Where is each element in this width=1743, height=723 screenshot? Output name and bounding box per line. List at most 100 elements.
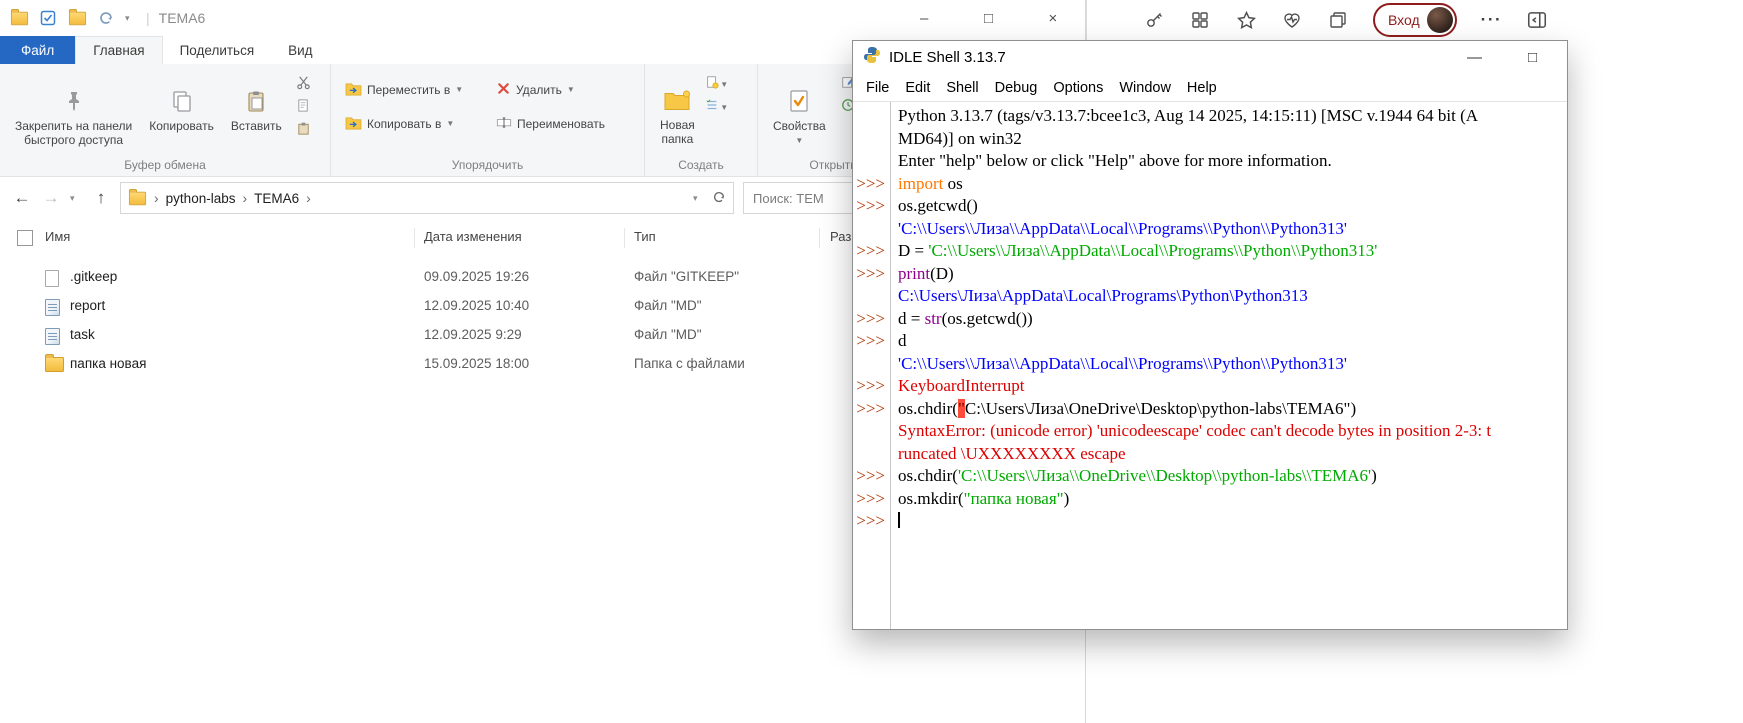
titlebar-separator: | (146, 10, 150, 26)
folder-icon (129, 191, 146, 205)
select-all-checkbox[interactable] (17, 230, 33, 246)
shell-line: Enter "help" below or click "Help" above… (853, 150, 1567, 173)
maximize-button[interactable]: □ (956, 0, 1020, 36)
paste-button[interactable]: Вставить (224, 71, 289, 137)
refresh-icon[interactable] (712, 190, 726, 207)
address-dropdown-chevron[interactable]: ▾ (693, 193, 705, 204)
delete-icon (496, 81, 511, 99)
column-divider[interactable] (819, 228, 820, 248)
file-name: task (70, 327, 95, 342)
menu-shell[interactable]: Shell (938, 80, 986, 96)
menu-file[interactable]: File (858, 80, 897, 96)
minimize-button[interactable]: — (1467, 49, 1482, 66)
shell-line: >>> (853, 510, 1567, 533)
close-button[interactable]: × (1021, 0, 1085, 36)
shell-prompt: >>> (853, 263, 890, 286)
shell-prompt: >>> (853, 510, 890, 533)
shell-editor[interactable]: Python 3.13.7 (tags/v3.13.7:bcee1c3, Aug… (853, 101, 1567, 629)
tab-home[interactable]: Главная (75, 36, 162, 64)
browser-toolbar: Вход ··· (1086, 0, 1743, 40)
pin-icon (62, 75, 86, 116)
maximize-button[interactable]: □ (1528, 49, 1537, 66)
menu-window[interactable]: Window (1111, 80, 1179, 96)
browser-essentials-icon[interactable] (1281, 9, 1303, 31)
sidebar-toggle-icon[interactable] (1526, 9, 1548, 31)
menu-help[interactable]: Help (1179, 80, 1225, 96)
idle-caption-buttons: — □ (1467, 41, 1537, 74)
idle-app-icon (863, 46, 881, 69)
menu-options[interactable]: Options (1045, 80, 1111, 96)
easy-access-button[interactable]: ▼ (705, 97, 729, 118)
shell-prompt: >>> (853, 375, 890, 398)
signin-button[interactable]: Вход (1373, 3, 1457, 37)
shell-line: 'C:\\Users\\Лиза\\AppData\\Local\\Progra… (853, 218, 1567, 241)
column-divider[interactable] (414, 228, 415, 248)
shell-prompt (853, 150, 890, 173)
qat-customize-chevron[interactable]: ▾ (125, 13, 137, 24)
breadcrumb-item-python-labs[interactable]: python-labs (166, 191, 236, 206)
chevron-down-icon: ▼ (455, 85, 463, 94)
forward-button[interactable]: → (41, 188, 61, 208)
rename-button[interactable]: Переименовать (490, 112, 640, 136)
new-folder-icon (663, 75, 691, 115)
shell-line: 'C:\\Users\\Лиза\\AppData\\Local\\Progra… (853, 353, 1567, 376)
new-item-button[interactable]: ▼ (705, 74, 729, 95)
idle-menubar: FileEditShellDebugOptionsWindowHelp (853, 74, 1567, 101)
file-date: 12.09.2025 10:40 (424, 298, 529, 313)
move-to-button[interactable]: Переместить в ▼ (339, 78, 487, 102)
copy-button[interactable]: Копировать (142, 71, 221, 137)
qat-new-folder-button[interactable] (67, 8, 87, 28)
collections-icon[interactable] (1327, 9, 1349, 31)
file-name: папка новая (70, 356, 146, 371)
shell-line: >>>os.chdir('C:\\Users\\Лиза\\OneDrive\\… (853, 465, 1567, 488)
favorites-star-icon[interactable] (1235, 9, 1257, 31)
shell-prompt (853, 353, 890, 376)
properties-label: Свойства (773, 119, 826, 133)
properties-button[interactable]: Свойства ▼ (766, 71, 833, 150)
apps-grid-icon[interactable] (1189, 9, 1211, 31)
copy-to-button[interactable]: Копировать в ▼ (339, 112, 487, 136)
paste-shortcut-button[interactable] (292, 120, 316, 141)
menu-debug[interactable]: Debug (987, 80, 1046, 96)
shell-prompt: >>> (853, 398, 890, 421)
file-date: 12.09.2025 9:29 (424, 327, 522, 342)
new-folder-button[interactable]: Новая папка (653, 71, 702, 151)
shell-line: Python 3.13.7 (tags/v3.13.7:bcee1c3, Aug… (853, 105, 1567, 128)
pin-to-quick-access-button[interactable]: Закрепить на панели быстрого доступа (8, 71, 139, 152)
shell-line: MD64)] on win32 (853, 128, 1567, 151)
easy-access-icon (705, 98, 719, 117)
history-chevron[interactable]: ▾ (70, 193, 82, 204)
column-header-type[interactable]: Тип (634, 229, 656, 244)
file-type: Файл "GITKEEP" (634, 269, 739, 284)
up-button[interactable]: ↑ (91, 188, 111, 208)
new-item-icon (705, 75, 719, 94)
breadcrumb[interactable]: › python-labs › ТЕМА6 › ▾ (120, 182, 734, 214)
column-header-name[interactable]: Имя (45, 229, 70, 244)
password-key-icon[interactable] (1143, 9, 1165, 31)
ribbon-group-clipboard: Закрепить на панели быстрого доступа Коп… (0, 64, 331, 176)
delete-button[interactable]: Удалить ▼ (490, 78, 640, 102)
copy-path-button[interactable] (292, 97, 316, 118)
breadcrumb-item-tema6[interactable]: ТЕМА6 (254, 191, 299, 206)
tab-view[interactable]: Вид (271, 36, 329, 64)
explorer-titlebar: ▾ | ТЕМА6 – □ × (0, 0, 1085, 36)
copy-icon (170, 75, 194, 116)
tab-file[interactable]: Файл (0, 36, 75, 64)
cut-button[interactable] (292, 74, 316, 95)
shell-line: >>>os.chdir("C:\Users\Лиза\OneDrive\Desk… (853, 398, 1567, 421)
column-header-date[interactable]: Дата изменения (424, 229, 522, 244)
tab-share[interactable]: Поделиться (163, 36, 272, 64)
back-button[interactable]: ← (12, 188, 32, 208)
shell-prompt (853, 105, 890, 128)
shell-prompt: >>> (853, 195, 890, 218)
rename-label: Переименовать (517, 117, 605, 131)
column-divider[interactable] (624, 228, 625, 248)
menu-edit[interactable]: Edit (897, 80, 938, 96)
shell-line: >>>import os (853, 173, 1567, 196)
shell-prompt (853, 285, 890, 308)
more-options-icon[interactable]: ··· (1481, 10, 1502, 30)
qat-properties-button[interactable] (38, 8, 58, 28)
qat-redo-button[interactable] (96, 8, 116, 28)
clipboard-small-buttons (292, 71, 316, 141)
minimize-button[interactable]: – (892, 0, 956, 36)
